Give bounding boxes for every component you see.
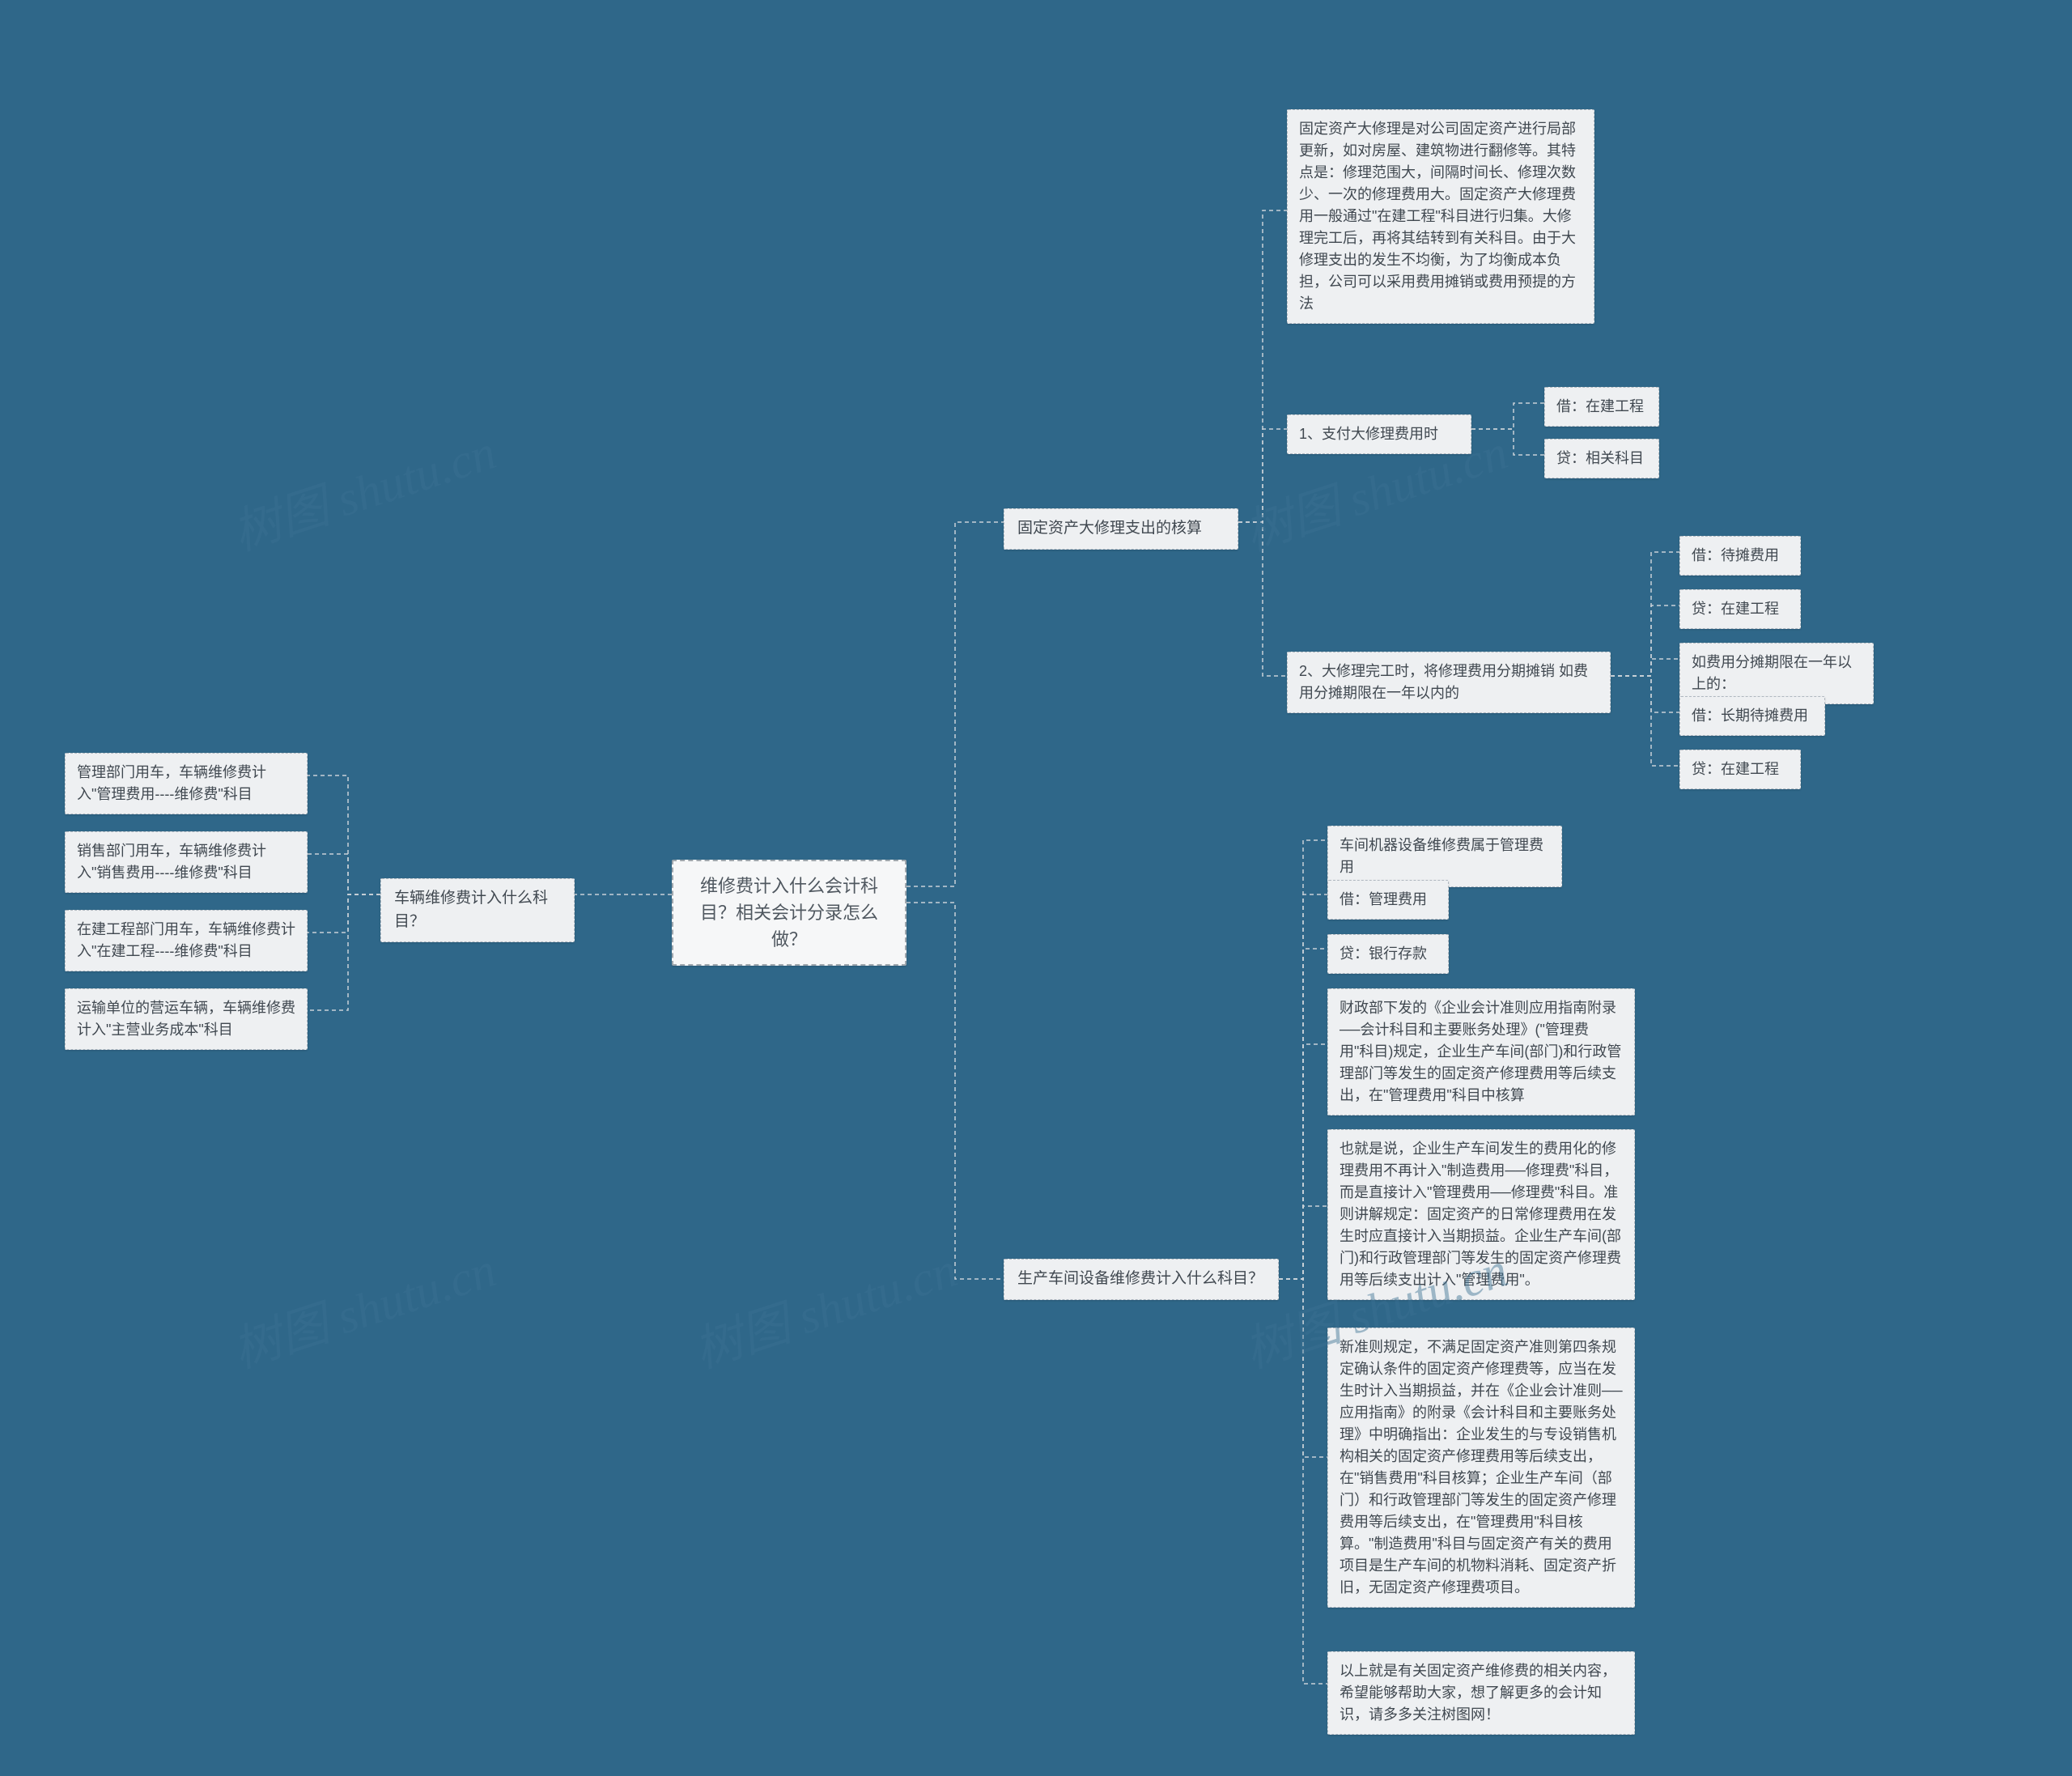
right-branch-workshop[interactable]: 生产车间设备维修费计入什么科目？ xyxy=(1004,1259,1279,1300)
rb2-leaf0[interactable]: 车间机器设备维修费属于管理费用 xyxy=(1327,826,1562,887)
rb1-c2-leaf4[interactable]: 贷：在建工程 xyxy=(1679,750,1801,789)
rb2-leaf4[interactable]: 也就是说，企业生产车间发生的费用化的修理费用不再计入"制造费用──修理费"科目，… xyxy=(1327,1129,1635,1300)
rb1-c2-leaf0[interactable]: 借：待摊费用 xyxy=(1679,536,1801,576)
left-leaf-3-text: 运输单位的营运车辆，车辆维修费计入"主营业务成本"科目 xyxy=(77,1000,295,1038)
rb2-leaf4-text: 也就是说，企业生产车间发生的费用化的修理费用不再计入"制造费用──修理费"科目，… xyxy=(1340,1141,1621,1288)
rb1-child1-label: 1、支付大修理费用时 xyxy=(1299,426,1438,442)
root-label: 维修费计入什么会计科目？相关会计分录怎么做？ xyxy=(700,876,878,950)
left-leaf-0-text: 管理部门用车，车辆维修费计入"管理费用----维修费"科目 xyxy=(77,764,266,802)
left-leaf-2[interactable]: 在建工程部门用车，车辆维修费计入"在建工程----维修费"科目 xyxy=(65,910,308,971)
rb1-c2-leaf0-text: 借：待摊费用 xyxy=(1692,547,1779,563)
watermark: 树图 shutu.cn xyxy=(684,1230,965,1382)
rb1-c1-leaf1[interactable]: 贷：相关科目 xyxy=(1544,439,1659,478)
left-leaf-0[interactable]: 管理部门用车，车辆维修费计入"管理费用----维修费"科目 xyxy=(65,753,308,814)
root-node[interactable]: 维修费计入什么会计科目？相关会计分录怎么做？ xyxy=(672,860,906,966)
rb1-c1-leaf0-text: 借：在建工程 xyxy=(1556,398,1644,414)
rb2-leaf6-text: 以上就是有关固定资产维修费的相关内容，希望能够帮助大家，想了解更多的会计知识，请… xyxy=(1340,1663,1616,1723)
left-leaf-2-text: 在建工程部门用车，车辆维修费计入"在建工程----维修费"科目 xyxy=(77,921,295,959)
rb1-c1-leaf1-text: 贷：相关科目 xyxy=(1556,450,1644,466)
rb2-leaf2-text: 贷：银行存款 xyxy=(1340,945,1427,962)
connector-lines xyxy=(0,0,2072,1776)
rb1-c2-leaf1-text: 贷：在建工程 xyxy=(1692,601,1779,617)
rb1-c1-leaf0[interactable]: 借：在建工程 xyxy=(1544,387,1659,427)
rb1-c2-leaf2[interactable]: 如费用分摊期限在一年以上的： xyxy=(1679,643,1874,704)
left-leaf-3[interactable]: 运输单位的营运车辆，车辆维修费计入"主营业务成本"科目 xyxy=(65,988,308,1050)
rb1-c2-leaf1[interactable]: 贷：在建工程 xyxy=(1679,589,1801,629)
left-branch-label: 车辆维修费计入什么科目？ xyxy=(394,890,548,930)
rb2-leaf0-text: 车间机器设备维修费属于管理费用 xyxy=(1340,837,1543,875)
rb2-leaf5-text: 新准则规定，不满足固定资产准则第四条规定确认条件的固定资产修理费等，应当在发生时… xyxy=(1340,1339,1623,1595)
right-branch1-label: 固定资产大修理支出的核算 xyxy=(1017,520,1202,537)
rb1-c2-leaf3[interactable]: 借：长期待摊费用 xyxy=(1679,696,1825,736)
rb2-leaf1-text: 借：管理费用 xyxy=(1340,891,1427,907)
rb1-child0[interactable]: 固定资产大修理是对公司固定资产进行局部更新，如对房屋、建筑物进行翻修等。其特点是… xyxy=(1287,109,1594,324)
rb1-child0-text: 固定资产大修理是对公司固定资产进行局部更新，如对房屋、建筑物进行翻修等。其特点是… xyxy=(1299,121,1576,312)
left-leaf-1[interactable]: 销售部门用车，车辆维修费计入"销售费用----维修费"科目 xyxy=(65,831,308,893)
rb1-c2-leaf2-text: 如费用分摊期限在一年以上的： xyxy=(1692,654,1852,692)
watermark: 树图 shutu.cn xyxy=(223,413,503,564)
rb2-leaf6[interactable]: 以上就是有关固定资产维修费的相关内容，希望能够帮助大家，想了解更多的会计知识，请… xyxy=(1327,1651,1635,1735)
right-branch-major-repair[interactable]: 固定资产大修理支出的核算 xyxy=(1004,508,1238,550)
rb1-c2-leaf3-text: 借：长期待摊费用 xyxy=(1692,707,1808,724)
rb1-c2-leaf4-text: 贷：在建工程 xyxy=(1692,761,1779,777)
rb2-leaf5[interactable]: 新准则规定，不满足固定资产准则第四条规定确认条件的固定资产修理费等，应当在发生时… xyxy=(1327,1328,1635,1608)
rb2-leaf3-text: 财政部下发的《企业会计准则应用指南附录──会计科目和主要账务处理》("管理费用"… xyxy=(1340,1000,1621,1103)
rb2-leaf1[interactable]: 借：管理费用 xyxy=(1327,880,1449,920)
left-branch-vehicle[interactable]: 车辆维修费计入什么科目？ xyxy=(380,878,575,942)
rb1-child1[interactable]: 1、支付大修理费用时 xyxy=(1287,414,1471,454)
right-branch2-label: 生产车间设备维修费计入什么科目？ xyxy=(1017,1270,1263,1287)
watermark: 树图 shutu.cn xyxy=(223,1230,503,1382)
left-leaf-1-text: 销售部门用车，车辆维修费计入"销售费用----维修费"科目 xyxy=(77,843,266,881)
rb1-child2-label: 2、大修理完工时，将修理费用分期摊销 如费用分摊期限在一年以内的 xyxy=(1299,663,1588,701)
rb2-leaf3[interactable]: 财政部下发的《企业会计准则应用指南附录──会计科目和主要账务处理》("管理费用"… xyxy=(1327,988,1635,1115)
rb2-leaf2[interactable]: 贷：银行存款 xyxy=(1327,934,1449,974)
rb1-child2[interactable]: 2、大修理完工时，将修理费用分期摊销 如费用分摊期限在一年以内的 xyxy=(1287,652,1611,713)
